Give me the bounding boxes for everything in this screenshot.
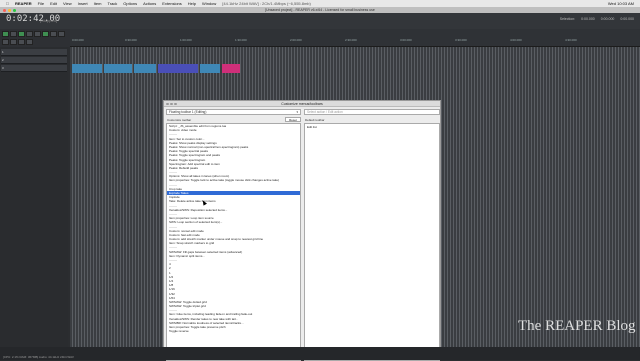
menu-edit[interactable]: Edit	[50, 1, 57, 6]
list-item[interactable]: Toggle reverse	[167, 329, 300, 333]
minimize-icon[interactable]	[170, 102, 173, 105]
ruler-mark: 3:00.000	[400, 38, 412, 42]
media-item[interactable]	[104, 64, 132, 73]
ruler-mark: 3:30.000	[455, 38, 467, 42]
track-header[interactable]: 2	[1, 57, 67, 64]
action-select[interactable]: Select action / Edit action	[304, 109, 440, 115]
track-number: 1	[2, 50, 4, 54]
toolbar-button[interactable]	[26, 39, 33, 45]
track-header[interactable]: 3	[1, 65, 67, 72]
audio-info: [44.1kHz 24bit WAV] : 2Ch/1.4Mbps (~6,55…	[219, 1, 311, 6]
media-item[interactable]	[200, 64, 220, 73]
zoom-icon[interactable]	[174, 102, 177, 105]
toolbar-button[interactable]	[10, 31, 17, 37]
apple-icon[interactable]: 	[6, 1, 9, 6]
track-header[interactable]: 1	[1, 49, 67, 56]
toolbar-pane: Floating toolbar 1 (Editing) ▾ Customize…	[166, 109, 301, 361]
ruler-mark: 2:30.000	[345, 38, 357, 42]
watermark: The REAPER Blog	[518, 318, 636, 334]
main-toolbar	[0, 29, 70, 47]
toolbar-button[interactable]	[18, 39, 25, 45]
status-bar: [CPU: 2.1% RAM: 367MB] Audio: 44.1kHz 24…	[0, 347, 640, 360]
clock: Wed 10:03 AM	[607, 1, 634, 6]
track-number: 3	[2, 66, 4, 70]
selection-label: Selection:	[559, 17, 576, 21]
menu-view[interactable]: View	[63, 1, 72, 6]
ruler-mark: 1:30.000	[235, 38, 247, 42]
dialog-titlebar: Customize menus/toolbars	[164, 101, 440, 107]
customize-dialog: Customize menus/toolbars Floating toolba…	[163, 100, 441, 361]
menu-item[interactable]: Item	[94, 1, 102, 6]
ruler-mark: 2:00.000	[290, 38, 302, 42]
media-item[interactable]	[72, 64, 102, 73]
toolbar-button[interactable]	[2, 39, 9, 45]
toolbar-button[interactable]	[50, 31, 57, 37]
toolbar-button[interactable]	[18, 31, 25, 37]
ruler-mark: 4:00.000	[510, 38, 522, 42]
toolbar-button[interactable]	[26, 31, 33, 37]
menu-insert[interactable]: Insert	[78, 1, 88, 6]
menu-extensions[interactable]: Extensions	[162, 1, 182, 6]
minimize-icon[interactable]	[8, 8, 11, 12]
menu-options[interactable]: Options	[123, 1, 137, 6]
transport-bar: 0:02:42.00 [Stopped] Selection: 0:00.000…	[0, 13, 640, 29]
close-icon[interactable]	[166, 102, 169, 105]
list-item[interactable]: Edit list	[305, 124, 439, 130]
toolbar-label: Customize toolbar	[167, 118, 192, 122]
window-title: [Unsaved project] - REAPER v6.x/64 - Lic…	[265, 8, 375, 12]
toolbar-button[interactable]	[2, 31, 9, 37]
media-item[interactable]	[134, 64, 156, 73]
app-menu[interactable]: REAPER	[15, 1, 32, 6]
menu-select[interactable]: Floating toolbar 1 (Editing) ▾	[166, 109, 301, 115]
reset-button[interactable]: Reset	[285, 117, 301, 122]
ruler-mark: 0:30.000	[125, 38, 137, 42]
transport-state: [Stopped]	[40, 18, 58, 23]
ruler-mark: 4:30.000	[565, 38, 577, 42]
menu-file[interactable]: File	[38, 1, 44, 6]
timeline-ruler[interactable]: 0:00.000 0:30.000 1:00.000 1:30.000 2:00…	[70, 29, 640, 47]
default-toolbar-list[interactable]: Edit list	[304, 123, 440, 361]
dialog-title: Customize menus/toolbars	[281, 102, 323, 106]
chevron-down-icon: ▾	[296, 110, 298, 114]
toolbar-action-list[interactable]: Script: _JS_assemble edit from regions.l…	[166, 123, 301, 361]
menu-actions[interactable]: Actions	[143, 1, 156, 6]
media-item[interactable]	[222, 64, 240, 73]
menu-select-value: Floating toolbar 1 (Editing)	[169, 110, 207, 114]
ruler-mark: 1:00.000	[180, 38, 192, 42]
menu-help[interactable]: Help	[188, 1, 196, 6]
selection-length[interactable]: 0:00.000	[620, 17, 634, 21]
toolbar-button[interactable]	[10, 39, 17, 45]
mac-menubar:  REAPER File Edit View Insert Item Trac…	[0, 0, 640, 7]
menu-track[interactable]: Track	[107, 1, 117, 6]
track-number: 2	[2, 58, 4, 62]
default-toolbar-label: Default toolbar	[305, 118, 325, 122]
ruler-mark: 0:00.000	[72, 38, 84, 42]
toolbar-button[interactable]	[34, 31, 41, 37]
zoom-icon[interactable]	[13, 8, 16, 12]
menu-window[interactable]: Window	[202, 1, 216, 6]
close-icon[interactable]	[3, 8, 6, 12]
track-control-panel: 1 2 3	[0, 47, 68, 347]
toolbar-button[interactable]	[42, 31, 49, 37]
selection-end[interactable]: 0:00.000	[601, 17, 615, 21]
selection-start[interactable]: 0:00.000	[581, 17, 595, 21]
toolbar-button[interactable]	[58, 31, 65, 37]
media-item[interactable]	[158, 64, 198, 73]
action-pane: Select action / Edit action Default tool…	[304, 109, 440, 361]
